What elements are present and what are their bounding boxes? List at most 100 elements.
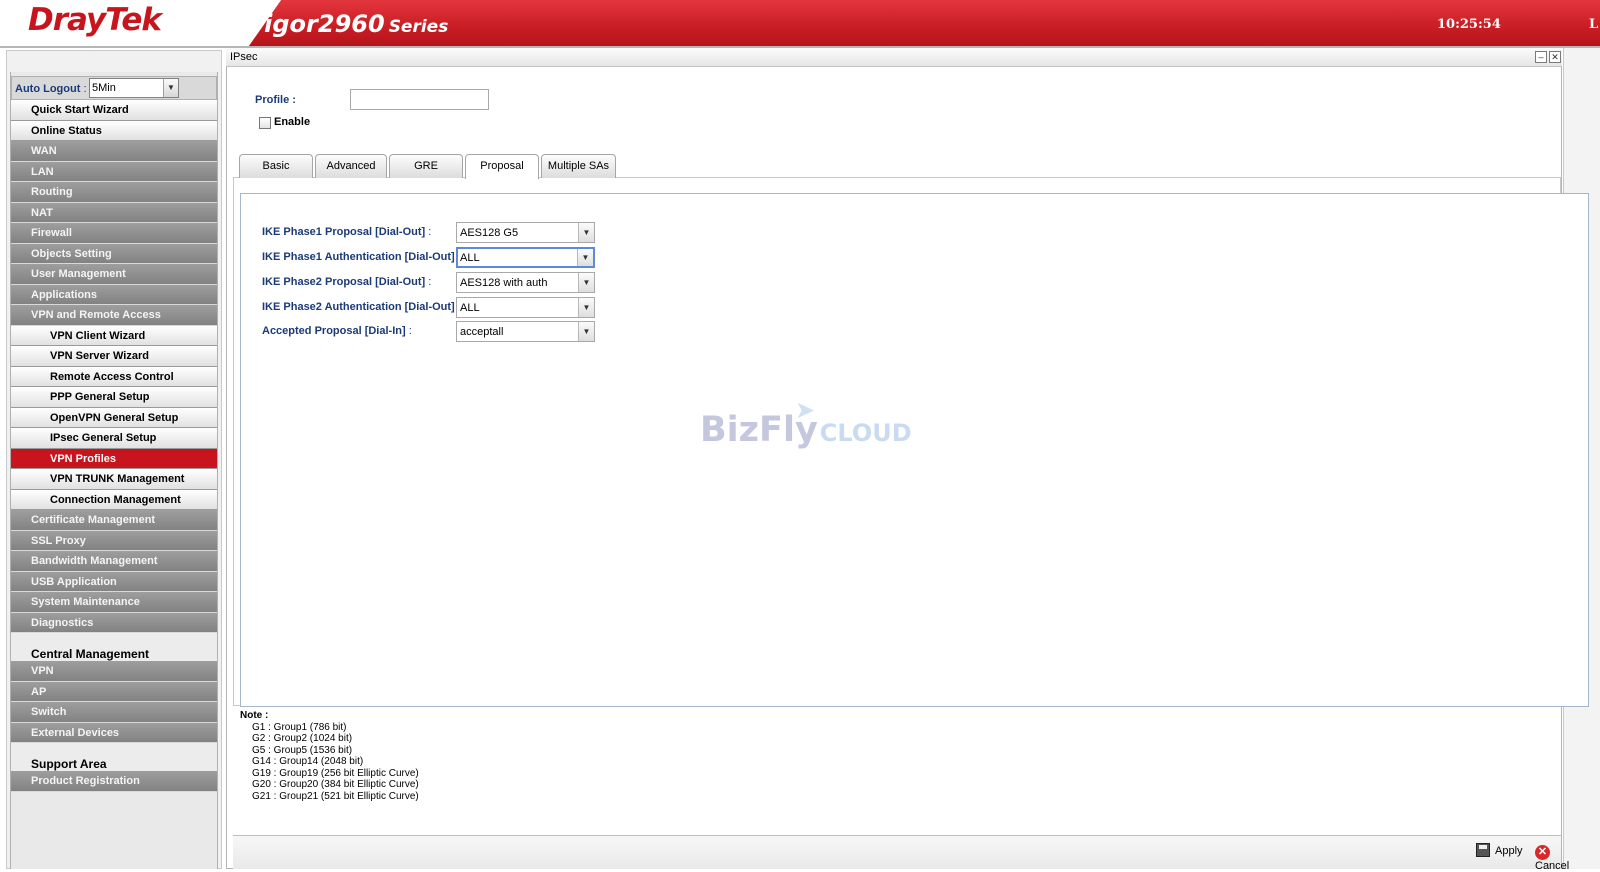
sidebar-item-central-vpn[interactable]: VPN xyxy=(11,661,217,682)
proposal-select[interactable]: AES128 G5 ▼ xyxy=(456,222,595,243)
bizfly-watermark: ➤ BizFlyCLOUD xyxy=(700,396,912,450)
chevron-down-icon: ▼ xyxy=(163,79,178,97)
sidebar-item-firewall[interactable]: Firewall xyxy=(11,223,217,244)
model-title: Vigor2960 Series xyxy=(246,10,448,38)
tab-multiple-sas[interactable]: Multiple SAs xyxy=(541,154,616,178)
note-lines: G1 : Group1 (786 bit) G2 : Group2 (1024 b… xyxy=(240,722,419,803)
sidebar-item-ppp-general-setup[interactable]: PPP General Setup xyxy=(11,387,217,408)
proposal-select-value: acceptall xyxy=(460,326,504,338)
profile-input[interactable] xyxy=(350,89,489,110)
sidebar-item-user-management[interactable]: User Management xyxy=(11,264,217,285)
apply-label: Apply xyxy=(1495,845,1523,857)
system-clock: 10:25:54 xyxy=(1437,17,1501,32)
cancel-icon: ✕ xyxy=(1535,845,1550,860)
sidebar-item-objects-setting[interactable]: Objects Setting xyxy=(11,243,217,264)
proposal-row-label: IKE Phase1 Proposal [Dial-Out] : xyxy=(262,226,432,238)
sidebar-item-vpn-server-wizard[interactable]: VPN Server Wizard xyxy=(11,346,217,367)
note-title: Note : xyxy=(240,710,269,721)
note-line: G20 : Group20 (384 bit Elliptic Curve) xyxy=(252,779,419,790)
auto-logout-bar: Auto Logout : 5Min ▼ xyxy=(11,76,217,100)
auto-logout-label: Auto Logout : xyxy=(15,83,87,95)
chevron-down-icon: ▼ xyxy=(578,298,594,317)
sidebar-item-applications[interactable]: Applications xyxy=(11,284,217,305)
sidebar-item-usb-application[interactable]: USB Application xyxy=(11,571,217,592)
note-line: G5 : Group5 (1536 bit) xyxy=(252,744,353,756)
proposal-select-value: AES128 with auth xyxy=(460,277,548,289)
footer-bar: Apply ✕Cancel xyxy=(233,835,1569,872)
auto-logout-value: 5Min xyxy=(92,82,116,94)
sidebar-item-product-registration[interactable]: Product Registration xyxy=(11,771,217,792)
sidebar-item-ipsec-general-setup[interactable]: IPsec General Setup xyxy=(11,428,217,449)
paper-plane-icon: ➤ xyxy=(795,396,816,424)
dh-group-note: Note : G1 : Group1 (786 bit) G2 : Group2 … xyxy=(240,710,419,802)
proposal-row-label: IKE Phase2 Proposal [Dial-Out] : xyxy=(262,276,432,288)
sidebar-item-vpn-trunk-management[interactable]: VPN TRUNK Management xyxy=(11,469,217,490)
proposal-row-label: IKE Phase1 Authentication [Dial-Out] : xyxy=(262,251,461,263)
proposal-select-value: ALL xyxy=(460,252,480,264)
cancel-label: Cancel xyxy=(1535,860,1570,872)
enable-checkbox[interactable] xyxy=(259,117,271,129)
sidebar-item-remote-access-control[interactable]: Remote Access Control xyxy=(11,366,217,387)
watermark-sub: CLOUD xyxy=(819,419,912,447)
sidebar-item-lan[interactable]: LAN xyxy=(11,161,217,182)
proposal-select[interactable]: ALL ▼ xyxy=(456,297,595,318)
sidebar-item-nat[interactable]: NAT xyxy=(11,202,217,223)
auto-logout-select[interactable]: 5Min ▼ xyxy=(89,78,179,98)
logout-link[interactable]: L xyxy=(1589,17,1598,32)
sidebar-item-online-status[interactable]: Online Status xyxy=(11,120,217,141)
draytek-logo: DrayTek xyxy=(28,2,162,38)
sidebar-item-wan[interactable]: WAN xyxy=(11,141,217,162)
support-area-title: Support Area xyxy=(11,757,217,771)
proposal-select-value: ALL xyxy=(460,302,480,314)
tab-proposal[interactable]: Proposal xyxy=(465,154,539,179)
proposal-select[interactable]: AES128 with auth ▼ xyxy=(456,272,595,293)
sidebar-item-diagnostics[interactable]: Diagnostics xyxy=(11,612,217,633)
note-line: G14 : Group14 (2048 bit) xyxy=(252,756,364,767)
tab-gre[interactable]: GRE xyxy=(389,154,463,178)
sidebar-item-routing[interactable]: Routing xyxy=(11,182,217,203)
sidebar-item-central-switch[interactable]: Switch xyxy=(11,702,217,723)
save-icon xyxy=(1476,843,1490,857)
sidebar-item-central-ap[interactable]: AP xyxy=(11,681,217,702)
proposal-select[interactable]: acceptall ▼ xyxy=(456,321,595,342)
proposal-select-value: AES128 G5 xyxy=(460,227,519,239)
model-name: Vigor2960 xyxy=(246,10,385,38)
sidebar-item-openvpn-general-setup[interactable]: OpenVPN General Setup xyxy=(11,407,217,428)
sidebar-item-quick-start-wizard[interactable]: Quick Start Wizard xyxy=(11,100,217,121)
sidebar-item-certificate-management[interactable]: Certificate Management xyxy=(11,510,217,531)
sidebar-item-vpn-profiles[interactable]: VPN Profiles xyxy=(11,448,217,469)
sidebar-item-vpn-and-remote-access[interactable]: VPN and Remote Access xyxy=(11,305,217,326)
menu-spacer xyxy=(11,743,217,757)
sidebar-menu: Quick Start Wizard Online Status WAN LAN Rou… xyxy=(11,100,217,792)
tab-basic[interactable]: Basic xyxy=(239,154,313,178)
sidebar-item-bandwidth-management[interactable]: Bandwidth Management xyxy=(11,551,217,572)
note-line: G2 : Group2 (1024 bit) xyxy=(252,733,353,744)
note-line: G21 : Group21 (521 bit Elliptic Curve) xyxy=(252,790,419,802)
sidebar-item-connection-management[interactable]: Connection Management xyxy=(11,489,217,510)
sidebar-item-system-maintenance[interactable]: System Maintenance xyxy=(11,592,217,613)
window-titlebar: IPsec – ✕ xyxy=(226,48,1562,67)
menu-spacer xyxy=(11,633,217,647)
sidebar-item-vpn-client-wizard[interactable]: VPN Client Wizard xyxy=(11,325,217,346)
chevron-down-icon: ▼ xyxy=(578,223,594,242)
proposal-select[interactable]: ALL ▼ xyxy=(456,247,595,268)
enable-label: Enable xyxy=(274,116,311,128)
tab-advanced[interactable]: Advanced xyxy=(315,154,387,178)
sidebar-item-ssl-proxy[interactable]: SSL Proxy xyxy=(11,530,217,551)
proposal-row-label: Accepted Proposal [Dial-In] : xyxy=(262,325,412,337)
chevron-down-icon: ▼ xyxy=(578,273,594,292)
minimize-icon[interactable]: – xyxy=(1535,51,1547,63)
note-line: G1 : Group1 (786 bit) xyxy=(252,721,347,733)
window-title: IPsec xyxy=(230,51,258,63)
chevron-down-icon: ▼ xyxy=(578,322,594,341)
cancel-button[interactable]: ✕Cancel xyxy=(1535,843,1569,872)
proposal-row-label: IKE Phase2 Authentication [Dial-Out] : xyxy=(262,301,461,313)
profile-label: Profile : xyxy=(255,94,296,106)
central-management-title: Central Management xyxy=(11,647,217,661)
chevron-down-icon: ▼ xyxy=(577,249,593,266)
top-header: DrayTek Vigor2960 Series 10:25:54 L xyxy=(0,0,1600,46)
close-icon[interactable]: ✕ xyxy=(1549,51,1561,63)
apply-button[interactable]: Apply xyxy=(1476,843,1523,857)
note-line: G19 : Group19 (256 bit Elliptic Curve) xyxy=(252,767,419,779)
sidebar-item-central-external-devices[interactable]: External Devices xyxy=(11,722,217,743)
